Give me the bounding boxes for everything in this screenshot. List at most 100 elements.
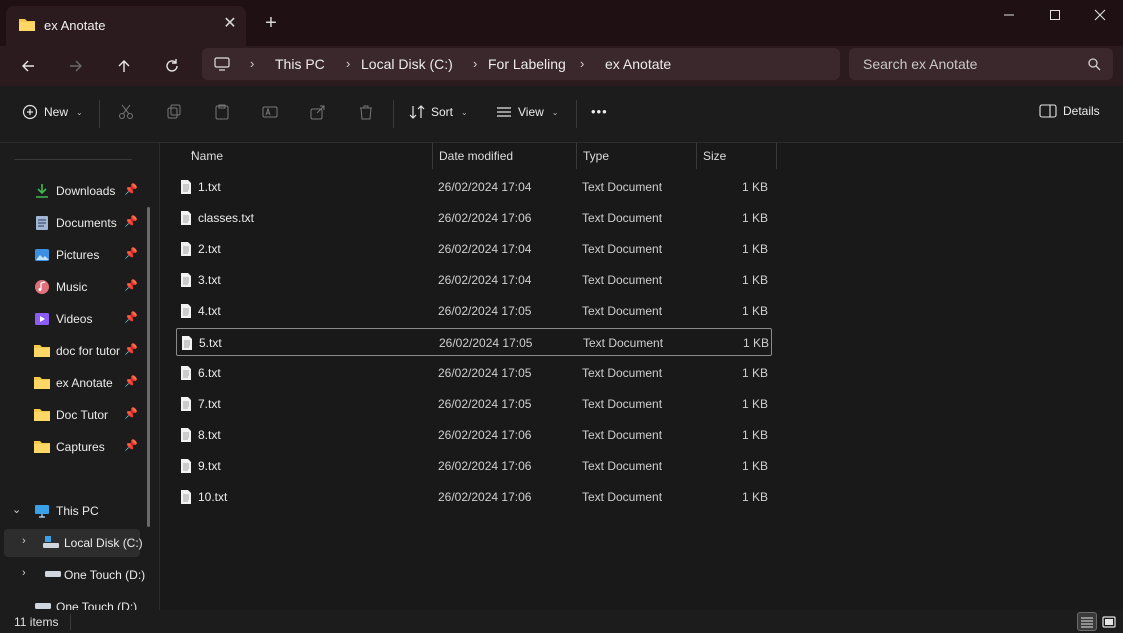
trash-icon — [360, 105, 372, 120]
chevron-right-icon: › — [346, 56, 351, 71]
back-button[interactable] — [14, 52, 42, 80]
sidebar-item-one-touch-d[interactable]: › One Touch (D:) — [0, 561, 148, 589]
sidebar-item-downloads[interactable]: Downloads 📌 — [0, 177, 146, 205]
list-view-icon — [497, 107, 511, 117]
chevron-down-icon[interactable]: ⌄ — [12, 503, 21, 516]
text-file-icon — [180, 272, 192, 291]
status-bar: 11 items — [0, 610, 1123, 633]
file-name: 6.txt — [198, 366, 221, 380]
file-row[interactable]: 4.txt 26/02/2024 17:05 Text Document 1 KB — [176, 297, 772, 325]
clipboard-icon — [215, 104, 229, 120]
file-size: 1 KB — [741, 366, 768, 380]
forward-button[interactable] — [62, 52, 90, 80]
file-size: 1 KB — [741, 273, 768, 287]
file-row[interactable]: classes.txt 26/02/2024 17:06 Text Document… — [176, 204, 772, 232]
sidebar-item-doc-for-tutor[interactable]: doc for tutor 📌 — [0, 337, 146, 365]
file-row[interactable]: 8.txt 26/02/2024 17:06 Text Document 1 KB — [176, 421, 772, 449]
file-row[interactable]: 7.txt 26/02/2024 17:05 Text Document 1 KB — [176, 390, 772, 418]
file-row[interactable]: 9.txt 26/02/2024 17:06 Text Document 1 KB — [176, 452, 772, 480]
close-tab-icon[interactable]: ✕ — [220, 14, 240, 34]
sidebar-item-pictures[interactable]: Pictures 📌 — [0, 241, 146, 269]
column-header-date-modified[interactable]: Date modified — [433, 143, 577, 169]
sort-button[interactable]: Sort ⌄ — [409, 104, 468, 120]
sidebar-item-captures[interactable]: Captures 📌 — [0, 433, 146, 461]
copy-button[interactable] — [166, 104, 182, 120]
file-date-modified: 26/02/2024 17:05 — [439, 336, 533, 350]
sidebar-item-videos[interactable]: Videos 📌 — [0, 305, 146, 333]
file-date-modified: 26/02/2024 17:04 — [438, 242, 532, 256]
sidebar-item-ex-anotate[interactable]: ex Anotate 📌 — [0, 369, 146, 397]
file-type: Text Document — [582, 490, 663, 504]
more-options-button[interactable]: ••• — [591, 104, 608, 119]
file-type: Text Document — [582, 366, 663, 380]
videos-icon — [34, 311, 50, 327]
up-button[interactable] — [110, 52, 138, 80]
new-button[interactable]: New ⌄ — [22, 104, 83, 120]
file-date-modified: 26/02/2024 17:05 — [438, 397, 532, 411]
file-row[interactable]: 10.txt 26/02/2024 17:06 Text Document 1 KB — [176, 483, 772, 511]
sidebar-item-this-pc[interactable]: ⌄ This PC — [0, 497, 148, 525]
sidebar-item-doc-tutor[interactable]: Doc Tutor 📌 — [0, 401, 146, 429]
text-file-icon — [180, 427, 192, 446]
address-bar[interactable]: › This PC › Local Disk (C:) › For Labeli… — [202, 48, 840, 80]
column-header-type[interactable]: Type — [577, 143, 697, 169]
text-file-icon — [181, 335, 193, 354]
close-window-button[interactable] — [1077, 0, 1123, 30]
file-type: Text Document — [582, 273, 663, 287]
pin-icon: 📌 — [124, 312, 138, 324]
file-type: Text Document — [582, 304, 663, 318]
breadcrumb-local-disk[interactable]: Local Disk (C:) — [361, 56, 453, 72]
documents-icon — [34, 215, 50, 231]
chevron-right-icon[interactable]: › — [22, 535, 26, 547]
column-header-name[interactable]: ^ Name — [185, 143, 433, 169]
title-bar: ex Anotate ✕ + — [0, 0, 1123, 46]
file-size: 1 KB — [741, 397, 768, 411]
sidebar-item-music[interactable]: Music 📌 — [0, 273, 146, 301]
search-box[interactable]: Search ex Anotate — [849, 48, 1113, 80]
pin-icon: 📌 — [124, 184, 138, 196]
back-arrow-icon — [22, 60, 34, 72]
refresh-button[interactable] — [158, 52, 186, 80]
file-row[interactable]: 3.txt 26/02/2024 17:04 Text Document 1 KB — [176, 266, 772, 294]
breadcrumb-ex-anotate[interactable]: ex Anotate — [605, 56, 671, 72]
details-view-button[interactable] — [1077, 612, 1097, 631]
chevron-right-icon[interactable]: › — [22, 567, 26, 579]
pin-icon: 📌 — [124, 408, 138, 420]
file-row[interactable]: 6.txt 26/02/2024 17:05 Text Document 1 KB — [176, 359, 772, 387]
delete-button[interactable] — [358, 104, 374, 120]
command-bar: New ⌄ Sort ⌄ View ⌄ ••• Details — [0, 86, 1123, 143]
file-size: 1 KB — [741, 180, 768, 194]
maximize-button[interactable] — [1032, 0, 1078, 30]
tab-ex-anotate[interactable]: ex Anotate ✕ — [6, 6, 246, 46]
file-row[interactable]: 1.txt 26/02/2024 17:04 Text Document 1 KB — [176, 173, 772, 201]
sidebar-scrollbar[interactable] — [147, 207, 150, 527]
folder-icon — [18, 17, 36, 35]
rename-button[interactable] — [262, 104, 278, 120]
view-button[interactable]: View ⌄ — [496, 104, 559, 120]
navigation-pane: Downloads 📌 Documents 📌 Pictures 📌 Music… — [0, 143, 160, 610]
file-type: Text Document — [582, 242, 663, 256]
sidebar-item-documents[interactable]: Documents 📌 — [0, 209, 146, 237]
new-tab-button[interactable]: + — [260, 12, 282, 34]
paste-button[interactable] — [214, 104, 230, 120]
file-size: 1 KB — [741, 242, 768, 256]
text-file-icon — [180, 241, 192, 260]
minimize-button[interactable] — [986, 0, 1032, 30]
details-pane-icon — [1039, 104, 1057, 118]
share-button[interactable] — [310, 104, 326, 120]
file-name: 7.txt — [198, 397, 221, 411]
column-header-size[interactable]: Size — [697, 143, 777, 169]
details-button[interactable]: Details — [1039, 104, 1100, 118]
file-name: 8.txt — [198, 428, 221, 442]
tiles-view-icon — [1102, 615, 1116, 628]
tab-title: ex Anotate — [44, 18, 106, 33]
large-icons-view-button[interactable] — [1099, 612, 1119, 631]
file-row[interactable]: 5.txt 26/02/2024 17:05 Text Document 1 KB — [176, 328, 772, 356]
cut-button[interactable] — [118, 104, 134, 120]
text-file-icon — [180, 210, 192, 229]
file-row[interactable]: 2.txt 26/02/2024 17:04 Text Document 1 KB — [176, 235, 772, 263]
sidebar-item-local-disk-c[interactable]: › Local Disk (C:) — [4, 529, 143, 557]
breadcrumb-for-labeling[interactable]: For Labeling — [488, 56, 566, 72]
breadcrumb-this-pc[interactable]: This PC — [275, 56, 325, 72]
sidebar-item-one-touch-d-2[interactable]: One Touch (D:) — [0, 593, 148, 610]
